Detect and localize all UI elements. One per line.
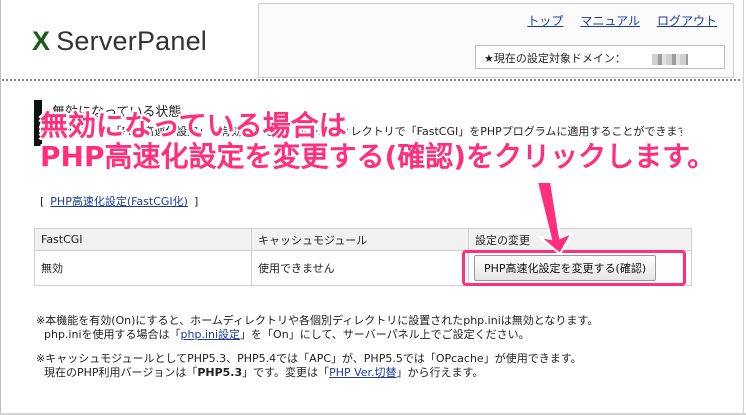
header-change-setting: 設定の変更 bbox=[468, 228, 692, 251]
bracket-close: ] bbox=[193, 195, 199, 208]
cell-cache-status: 使用できません bbox=[251, 250, 469, 286]
note-1-text-post: 」を「On」にして、サーバーパネル上でご設定ください。 bbox=[240, 328, 530, 341]
note-1-line-1: ※本機能を有効(On)にすると、ホームディレクトリや各個別ディレクトリに設置され… bbox=[36, 314, 599, 327]
annotation-line-2: PHP高速化設定を変更する(確認)をクリックします。 bbox=[40, 140, 716, 173]
note-2-text-post: 」から行えます。 bbox=[396, 366, 484, 379]
fastcgi-link[interactable]: PHP高速化設定(FastCGI化) bbox=[50, 195, 188, 208]
note-1-line-2: php.iniを使用する場合は「php.ini設定」を「On」にして、サーバーパ… bbox=[44, 328, 530, 342]
php-version-value: PHP5.3 bbox=[197, 366, 243, 379]
logo: X ServerPanel bbox=[32, 26, 207, 57]
php-ini-setting-link[interactable]: php.ini設定 bbox=[181, 328, 241, 341]
current-domain-label: ★現在の設定対象ドメイン： bbox=[484, 52, 626, 65]
cell-fastcgi-status: 無効 bbox=[34, 250, 252, 286]
frame-right-border bbox=[743, 0, 744, 415]
bracket-open: [ bbox=[40, 195, 45, 208]
top-link[interactable]: トップ bbox=[527, 12, 563, 29]
note-2-line-2: 現在のPHP利用バージョンは「PHP5.3」です。変更は「PHP Ver.切替」… bbox=[44, 366, 483, 380]
php-version-switch-link[interactable]: PHP Ver.切替 bbox=[329, 366, 396, 379]
logo-text: ServerPanel bbox=[56, 26, 207, 56]
current-domain-box: ★現在の設定対象ドメイン： bbox=[475, 45, 725, 69]
logout-link[interactable]: ログアウト bbox=[657, 12, 717, 29]
table-header-row: FastCGI キャッシュモジュール 設定の変更 bbox=[34, 228, 692, 251]
logo-x-icon: X bbox=[32, 26, 51, 56]
note-2-text-mid: 」です。変更は「 bbox=[242, 366, 330, 379]
top-nav: トップ マニュアル ログアウト bbox=[527, 12, 717, 29]
frame-left-border bbox=[0, 0, 1, 415]
header-cache-module: キャッシュモジュール bbox=[251, 228, 469, 251]
header-panel: トップ マニュアル ログアウト ★現在の設定対象ドメイン： bbox=[258, 3, 734, 78]
dotted-divider bbox=[2, 79, 740, 81]
note-2-text-pre: 現在のPHP利用バージョンは「 bbox=[44, 366, 198, 379]
button-highlight-frame bbox=[462, 250, 686, 286]
manual-link[interactable]: マニュアル bbox=[580, 12, 640, 29]
note-1-text-pre: php.iniを使用する場合は「 bbox=[44, 328, 181, 341]
note-2-line-1: ※キャッシュモジュールとしてPHP5.3、PHP5.4では「APC」が、PHP5… bbox=[36, 352, 582, 365]
header-fastcgi: FastCGI bbox=[34, 228, 252, 251]
current-domain-value-redacted bbox=[651, 53, 688, 65]
fastcgi-link-wrap: [ PHP高速化設定(FastCGI化)] bbox=[40, 193, 198, 209]
